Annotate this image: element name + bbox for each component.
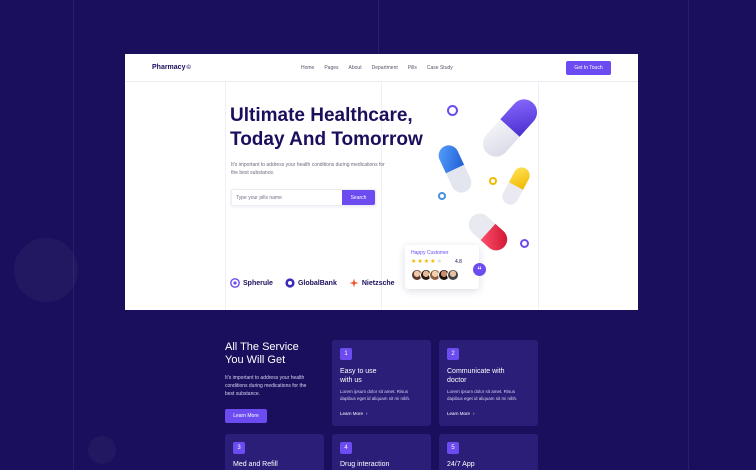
decorative-ring (520, 239, 529, 248)
service-card-title-line-1: Communicate with (447, 368, 505, 375)
nav-link-pills[interactable]: Pills (408, 65, 417, 71)
blue-pill-illustration (438, 145, 472, 193)
nav-link-pages[interactable]: Pages (324, 65, 338, 71)
brand-globalbank-label: GlobalBank (297, 279, 337, 287)
nietzsche-icon (349, 278, 359, 288)
service-card-title: 24/7 App (447, 461, 475, 468)
service-card-number: 1 (340, 348, 352, 360)
star-icon: ★ (436, 259, 442, 265)
brand-globalbank: GlobalBank (285, 278, 337, 288)
star-icon: ★ (423, 259, 430, 265)
logo-text: Pharmacy (152, 64, 186, 71)
hero-section: Ultimate Healthcare, Today And Tomorrow … (125, 82, 638, 310)
service-card-title-line-2: doctor (447, 377, 467, 384)
brand-nietzsche: Nietzsche (349, 278, 395, 288)
star-rating: ★ ★ ★ ★ ★ (411, 258, 442, 265)
hero-guide-line (225, 82, 226, 310)
service-card[interactable]: 4 Drug interaction (332, 434, 431, 470)
logo-mark: © (186, 65, 191, 71)
star-icon: ★ (430, 259, 436, 265)
get-in-touch-button[interactable]: Get In Touch (566, 61, 611, 75)
service-card-text: Lorem ipsum dolor sit amet. Risus dapibu… (340, 389, 411, 401)
yellow-pill-illustration (502, 167, 530, 205)
service-card[interactable]: 3 Med and Refill (225, 434, 324, 470)
brand-spherule-label: Spherule (243, 279, 273, 287)
nav-link-home[interactable]: Home (301, 65, 314, 71)
nav-link-case-study[interactable]: Case Study (427, 65, 453, 71)
brand-nietzsche-label: Nietzsche (361, 279, 395, 287)
service-card-number: 2 (447, 348, 459, 360)
bg-guide-line (688, 0, 689, 470)
customer-avatars (411, 269, 459, 281)
globalbank-icon (285, 278, 295, 288)
star-icon: ★ (417, 259, 423, 265)
service-card-learn-more[interactable]: Learn More › (340, 411, 368, 416)
decorative-ring (447, 105, 458, 116)
services-title-line-1: All The Service (225, 341, 299, 353)
services-title: All The Service You Will Get (225, 341, 325, 367)
arrow-right-icon: › (366, 411, 368, 416)
nav-link-department[interactable]: Department (372, 65, 398, 71)
service-card-title-line-1: Easy to use (340, 368, 377, 375)
services-section: All The Service You Will Get It's import… (125, 310, 638, 470)
hero-title-line-1: Ultimate Healthcare, (230, 105, 413, 126)
top-navbar: Pharmacy© Home Pages About Department Pi… (125, 54, 638, 82)
purple-pill-illustration (482, 99, 538, 157)
customer-review-card: Happy Customer ★ ★ ★ ★ ★ 4.8 (405, 245, 479, 289)
quote-icon: “ (473, 263, 486, 276)
service-card[interactable]: 5 24/7 App (439, 434, 538, 470)
service-card-title: Communicate with doctor (447, 367, 532, 385)
service-card-title: Easy to use with us (340, 367, 425, 385)
nav-link-about[interactable]: About (349, 65, 362, 71)
service-card-number: 4 (340, 442, 352, 454)
arrow-right-icon: › (473, 411, 475, 416)
service-card-number: 5 (447, 442, 459, 454)
rating-value: 4.8 (455, 259, 462, 265)
service-card[interactable]: 2 Communicate with doctor Lorem ipsum do… (439, 340, 538, 426)
learn-more-button[interactable]: Learn More (225, 409, 267, 423)
spherule-icon (230, 278, 240, 288)
service-card[interactable]: 1 Easy to use with us Lorem ipsum dolor … (332, 340, 431, 426)
service-card-learn-more-label: Learn More (340, 411, 364, 416)
search-button[interactable]: Search (342, 190, 375, 205)
services-title-line-2: You Will Get (225, 354, 286, 366)
service-card-learn-more-label: Learn More (447, 411, 471, 416)
service-card-learn-more[interactable]: Learn More › (447, 411, 475, 416)
avatar (447, 269, 459, 281)
partner-brands: Spherule GlobalBank Nietzsche (230, 278, 395, 288)
decorative-ring (438, 192, 446, 200)
bg-decorative-circle (88, 436, 116, 464)
website-mockup: Pharmacy© Home Pages About Department Pi… (125, 54, 638, 470)
decorative-ring (489, 177, 497, 185)
service-card-title: Med and Refill (233, 461, 278, 468)
bg-decorative-circle (14, 238, 78, 302)
hero-description: It's important to address your health co… (231, 162, 385, 176)
site-logo[interactable]: Pharmacy© (152, 64, 191, 71)
service-card-text: Lorem ipsum dolor sit amet. Risus dapibu… (447, 389, 518, 401)
bg-guide-line (73, 0, 74, 470)
nav-links: Home Pages About Department Pills Case S… (301, 65, 453, 71)
services-description: It's important to address your health co… (225, 375, 307, 397)
pill-search-box: Search (231, 189, 376, 206)
service-card-title-line-2: with us (340, 377, 362, 384)
service-card-number: 3 (233, 442, 245, 454)
hero-title-line-2: Today And Tomorrow (230, 129, 423, 150)
review-title: Happy Customer (411, 250, 449, 256)
star-icon: ★ (411, 259, 417, 265)
service-card-title: Drug interaction (340, 461, 390, 468)
brand-spherule: Spherule (230, 278, 273, 288)
pill-search-input[interactable] (236, 193, 341, 203)
hero-title: Ultimate Healthcare, Today And Tomorrow (230, 104, 450, 152)
